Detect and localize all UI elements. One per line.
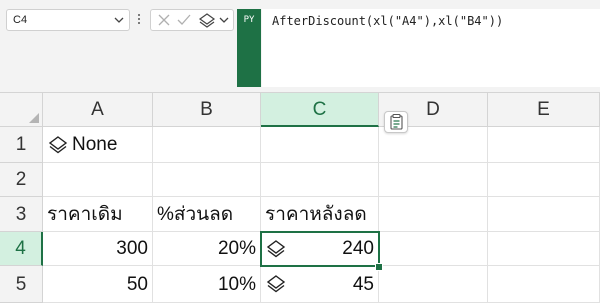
cell-e1[interactable] xyxy=(488,127,600,163)
cell-b5-value: 10% xyxy=(217,274,256,295)
quick-analysis-icon xyxy=(390,113,403,130)
column-header-c[interactable]: C xyxy=(261,93,379,127)
name-box[interactable]: C4 xyxy=(6,9,130,31)
cell-a4[interactable]: 300 xyxy=(43,232,153,266)
cell-d4[interactable] xyxy=(379,232,488,266)
cell-e4[interactable] xyxy=(488,232,600,266)
cell-a2[interactable] xyxy=(43,163,153,197)
cell-e3[interactable] xyxy=(488,197,600,232)
formula-controls xyxy=(150,9,234,31)
stack-layers-icon[interactable] xyxy=(198,13,216,33)
row-header-4[interactable]: 4 xyxy=(0,232,43,266)
cell-e2[interactable] xyxy=(488,163,600,197)
check-icon[interactable] xyxy=(177,13,191,32)
cell-b5[interactable]: 10% xyxy=(153,266,261,303)
select-all-corner[interactable] xyxy=(0,93,43,127)
cell-c3-value: ราคาหลังลด xyxy=(265,204,367,225)
row-header-2[interactable]: 2 xyxy=(0,163,43,197)
chevron-down-icon[interactable] xyxy=(219,13,229,32)
name-box-value: C4 xyxy=(13,14,28,26)
cell-c4[interactable]: 240 xyxy=(261,232,379,266)
cell-b3[interactable]: %ส่วนลด xyxy=(153,197,261,232)
cell-c3[interactable]: ราคาหลังลด xyxy=(261,197,379,232)
column-header-a[interactable]: A xyxy=(43,93,153,127)
cell-c5-value: 45 xyxy=(352,274,374,295)
column-header-e[interactable]: E xyxy=(488,93,600,127)
close-icon[interactable] xyxy=(157,13,171,32)
cell-b4-value: 20% xyxy=(217,238,256,259)
column-header-b[interactable]: B xyxy=(153,93,261,127)
cell-a1-value: None xyxy=(72,134,118,155)
cell-c2[interactable] xyxy=(261,163,379,197)
row-header-1[interactable]: 1 xyxy=(0,127,43,163)
row-header-5[interactable]: 5 xyxy=(0,266,43,303)
cell-b1[interactable] xyxy=(153,127,261,163)
cell-a5-value: 50 xyxy=(126,274,148,295)
cell-b4[interactable]: 20% xyxy=(153,232,261,266)
cell-b3-value: %ส่วนลด xyxy=(157,204,234,225)
cell-c4-value: 240 xyxy=(342,238,374,259)
fill-handle[interactable] xyxy=(375,263,383,271)
python-badge[interactable]: PY xyxy=(237,9,261,87)
cell-e5[interactable] xyxy=(488,266,600,303)
cell-a3[interactable]: ราคาเดิม xyxy=(43,197,153,232)
cell-d2[interactable] xyxy=(379,163,488,197)
stack-layers-icon[interactable] xyxy=(265,274,287,294)
cell-d3[interactable] xyxy=(379,197,488,232)
cell-c5[interactable]: 45 xyxy=(261,266,379,303)
quick-analysis-button[interactable] xyxy=(384,111,408,133)
more-options-icon[interactable] xyxy=(136,12,142,28)
formula-bar: C4 PY AfterDiscount(xl("A4"),xl("B4")) xyxy=(0,0,600,92)
cell-a3-value: ราคาเดิม xyxy=(47,204,123,225)
cell-b2[interactable] xyxy=(153,163,261,197)
stack-layers-icon[interactable] xyxy=(265,239,287,259)
spreadsheet-grid: A B C D E 1 2 3 4 5 None ราคาเดิม %ส่วนล… xyxy=(0,93,600,303)
row-header-3[interactable]: 3 xyxy=(0,197,43,232)
cell-a4-value: 300 xyxy=(116,238,148,259)
formula-input[interactable]: AfterDiscount(xl("A4"),xl("B4")) xyxy=(262,9,600,87)
cell-d5[interactable] xyxy=(379,266,488,303)
cell-c1[interactable] xyxy=(261,127,379,163)
cell-a1[interactable]: None xyxy=(43,127,153,163)
chevron-down-icon[interactable] xyxy=(114,10,124,37)
cell-a5[interactable]: 50 xyxy=(43,266,153,303)
